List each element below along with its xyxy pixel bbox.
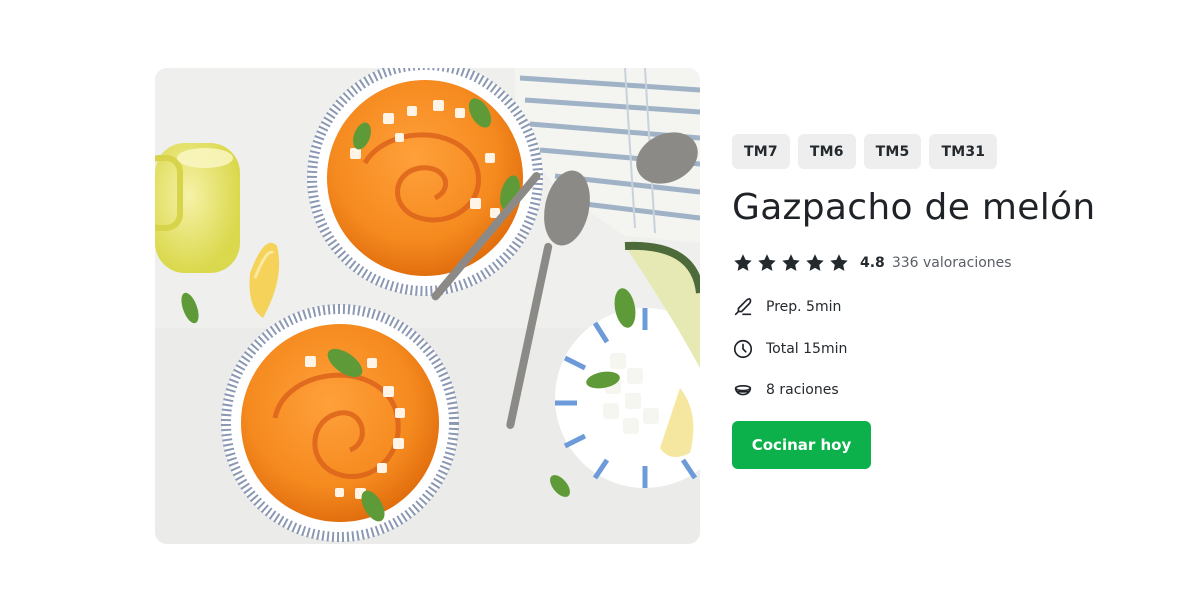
star-icon: [756, 252, 778, 274]
clock-icon: [732, 338, 754, 360]
knife-icon: [732, 296, 754, 318]
recipe-facts: Prep. 5min Total 15min 8 raciones: [732, 295, 1172, 402]
tag-tm31: TM31: [929, 134, 998, 169]
recipe-title: Gazpacho de melón: [732, 187, 1096, 228]
servings-label: 8 raciones: [766, 382, 839, 398]
tag-tm7: TM7: [732, 134, 790, 169]
tag-tm6: TM6: [797, 134, 856, 169]
star-icon: [780, 252, 802, 274]
rating-stars: [732, 252, 850, 274]
thermomix-tags: TM7 TM6 TM5 TM31: [732, 134, 1172, 169]
rating[interactable]: 4.8 336 valoraciones: [732, 251, 1172, 275]
cook-today-button[interactable]: Cocinar hoy: [732, 420, 871, 469]
recipe-image[interactable]: [155, 68, 700, 544]
star-icon: [828, 252, 850, 274]
fact-servings: 8 raciones: [732, 378, 1172, 402]
tag-tm5: TM5: [863, 134, 922, 169]
recipe-card: TM7 TM6 TM5 TM31 Gazpacho de melón 4.8 3…: [0, 0, 1200, 614]
bowl-icon: [732, 379, 754, 401]
rating-count: 336 valoraciones: [891, 255, 1012, 271]
total-time-label: Total 15min: [766, 340, 848, 357]
recipe-info: TM7 TM6 TM5 TM31 Gazpacho de melón 4.8 3…: [732, 134, 1172, 469]
rating-value: 4.8: [860, 255, 885, 271]
recipe-image-illustration: [155, 68, 700, 544]
fact-prep-time: Prep. 5min: [732, 295, 1172, 319]
star-icon: [804, 252, 826, 274]
prep-time-label: Prep. 5min: [766, 299, 842, 315]
fact-total-time: Total 15min: [732, 337, 1172, 361]
star-icon: [732, 252, 754, 274]
